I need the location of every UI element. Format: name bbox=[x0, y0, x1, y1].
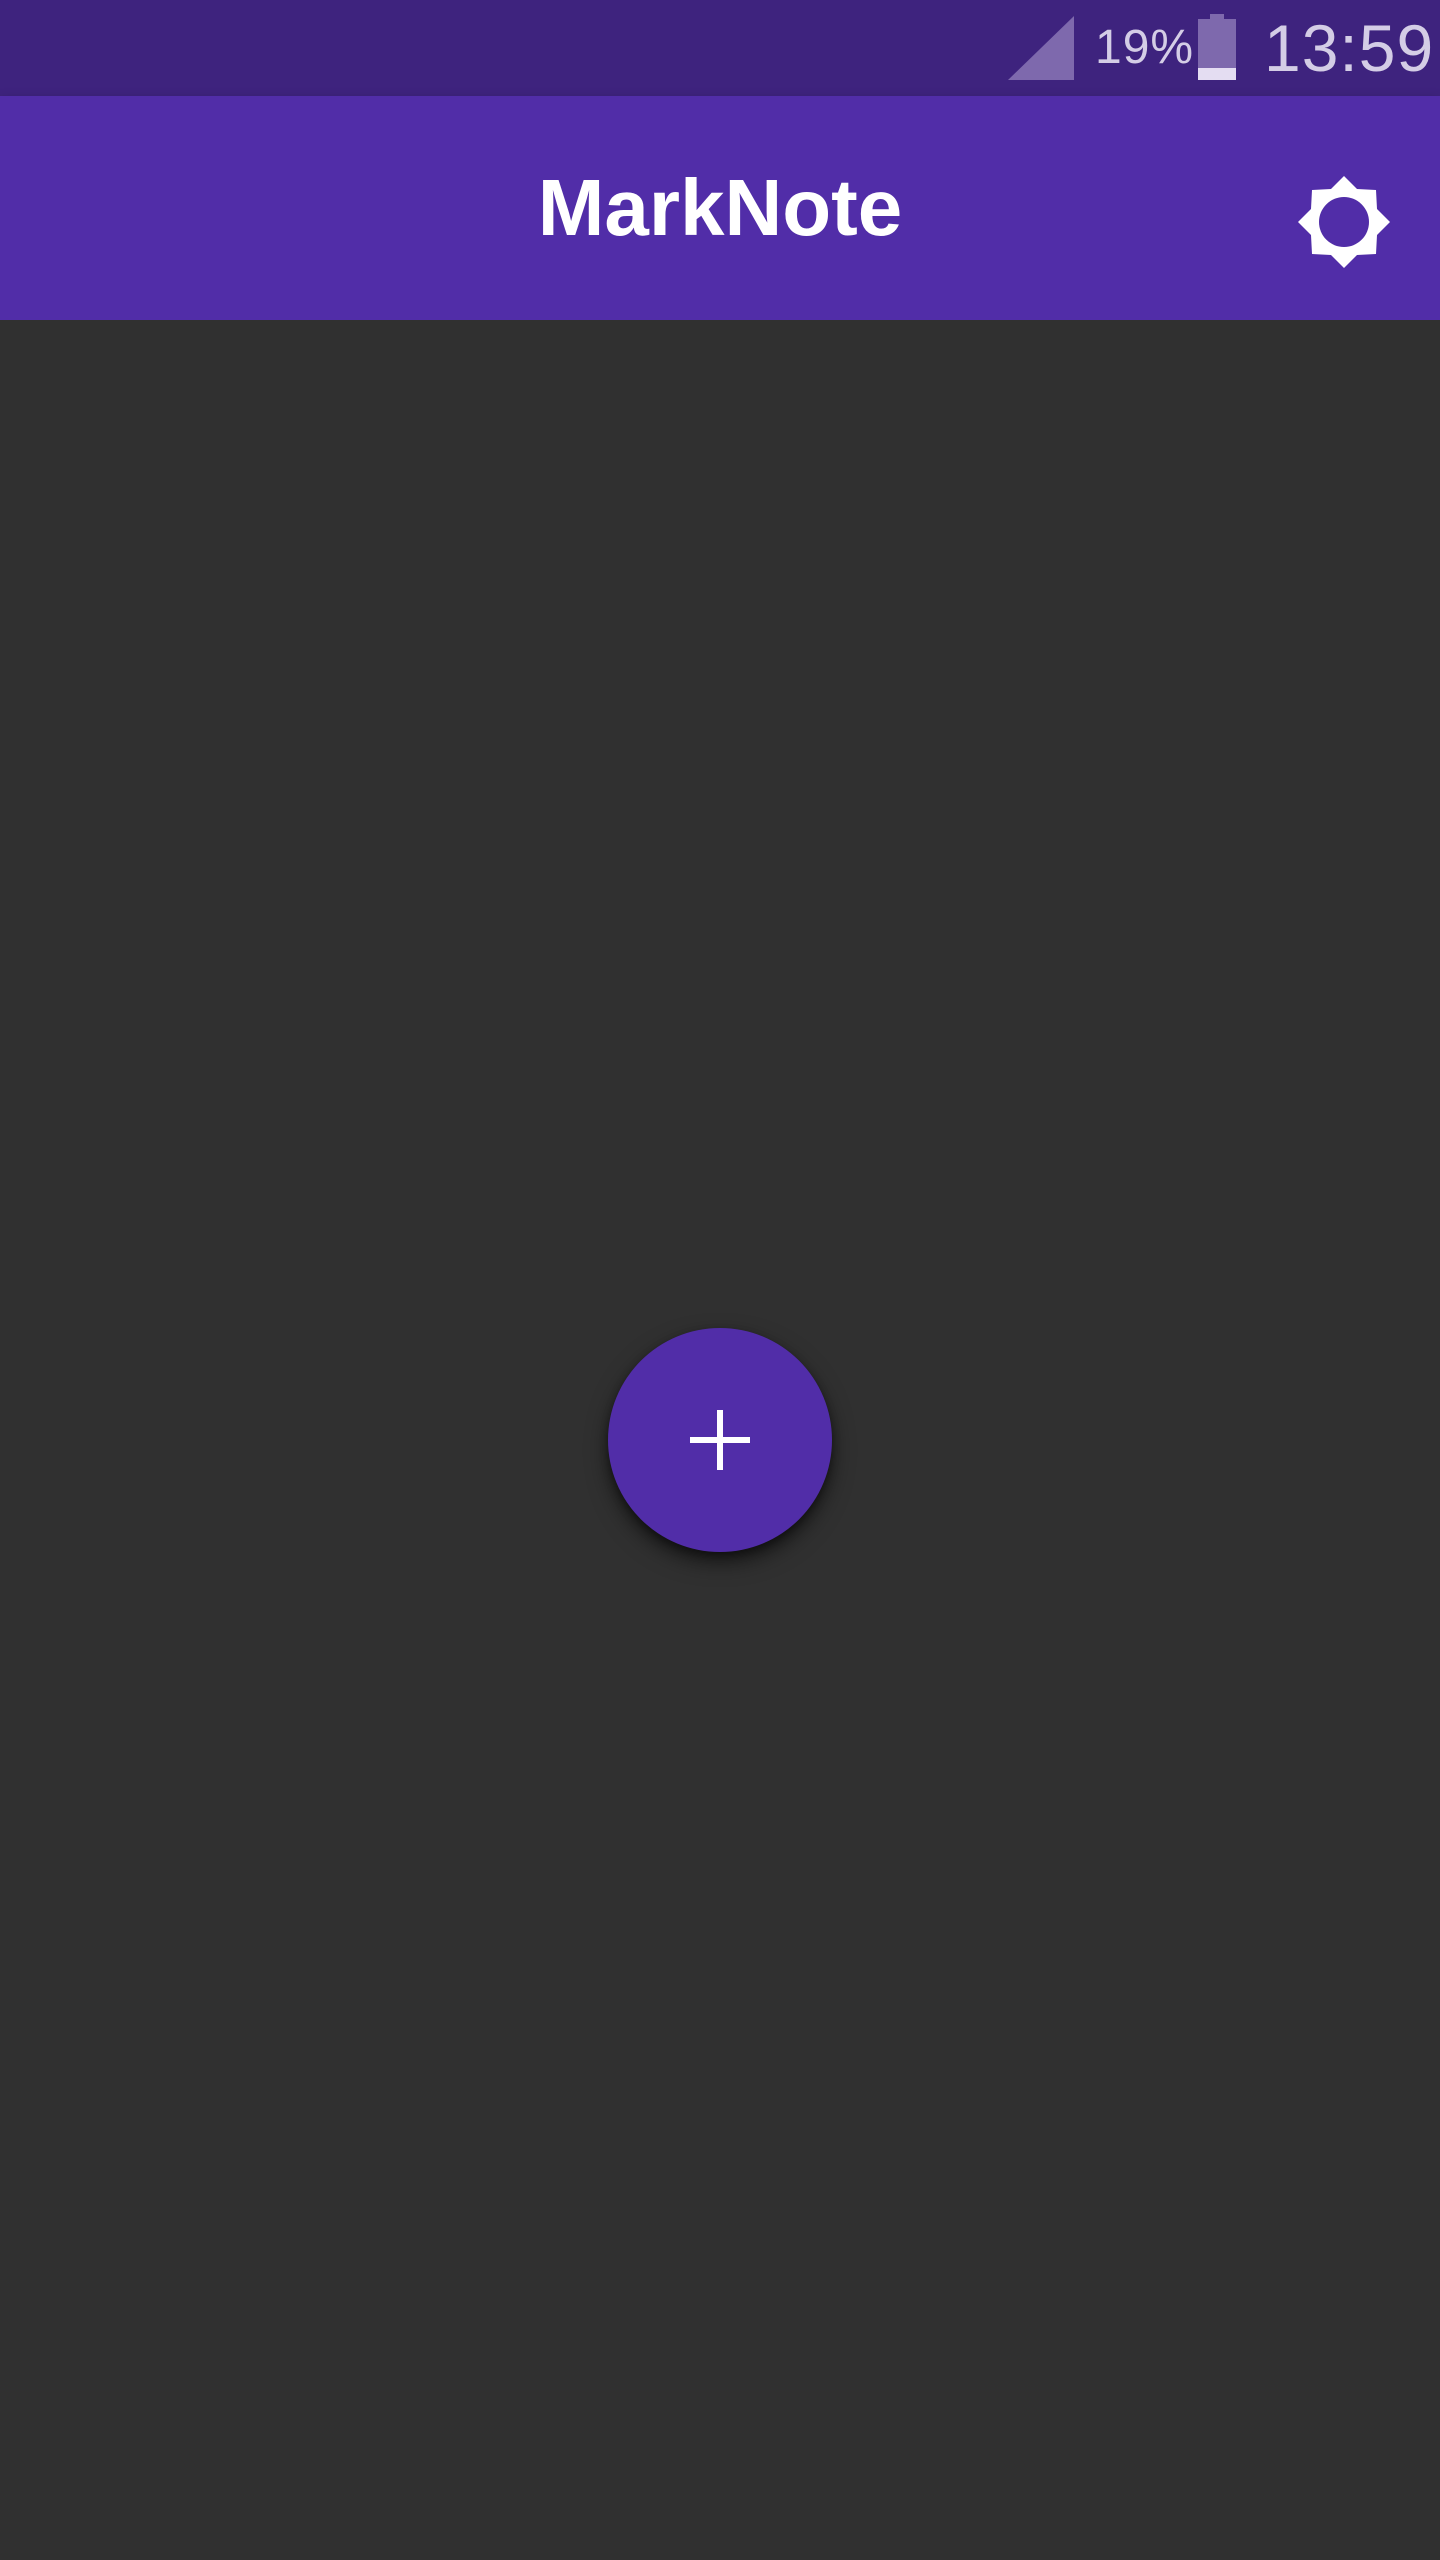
cell-signal-icon bbox=[1008, 16, 1074, 80]
screen: 19% 13:59 MarkNote bbox=[0, 0, 1440, 2560]
status-clock: 13:59 bbox=[1264, 11, 1435, 85]
theme-toggle-button[interactable] bbox=[1276, 154, 1412, 290]
battery-icon bbox=[1198, 14, 1236, 80]
battery-percentage: 19% bbox=[1095, 21, 1195, 74]
app-bar: MarkNote bbox=[0, 96, 1440, 320]
status-bar: 19% 13:59 bbox=[0, 0, 1440, 96]
app-title: MarkNote bbox=[537, 163, 903, 252]
add-note-button[interactable] bbox=[608, 1328, 832, 1552]
brightness-icon bbox=[1298, 176, 1390, 268]
plus-icon bbox=[690, 1410, 750, 1470]
